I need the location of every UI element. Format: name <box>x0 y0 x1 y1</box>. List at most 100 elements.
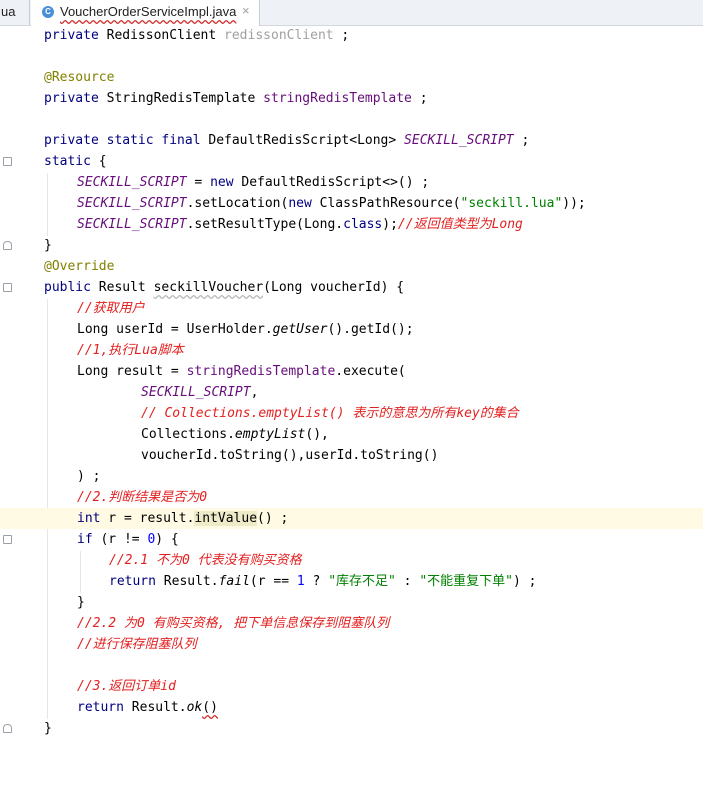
code-editor[interactable]: private RedissonClient redissonClient ; … <box>0 26 703 743</box>
tab-voucher-order-service-impl[interactable]: C VoucherOrderServiceImpl.java × <box>31 0 260 26</box>
code-line: return Result.ok() <box>0 697 703 718</box>
code-line: SECKILL_SCRIPT = new DefaultRedisScript<… <box>0 172 703 193</box>
highlighted-method: intValue <box>194 511 258 526</box>
code-text: ); <box>382 217 398 232</box>
comment: //3.返回订单id <box>77 679 176 694</box>
editor-tab-bar: ua C VoucherOrderServiceImpl.java × <box>0 0 703 26</box>
code-text: .execute( <box>335 364 406 379</box>
fold-marker-icon[interactable] <box>3 241 12 250</box>
code-text: .setResultType(Long. <box>186 217 344 232</box>
code-text: (r != <box>92 532 148 547</box>
code-line: Long result = stringRedisTemplate.execut… <box>0 361 703 382</box>
static-field: SECKILL_SCRIPT <box>141 385 251 400</box>
code-text: } <box>44 721 52 736</box>
annotation: @Override <box>44 259 115 274</box>
code-text: Collections. <box>141 427 235 442</box>
code-text: () ; <box>257 511 289 526</box>
keyword: public <box>44 280 91 295</box>
code-text: : <box>395 574 420 589</box>
code-text: ) ; <box>512 574 537 589</box>
code-line: return Result.fail(r == 1 ? "库存不足" : "不能… <box>0 571 703 592</box>
code-text: Result <box>90 280 154 295</box>
keyword: return <box>77 700 124 715</box>
keyword: private <box>44 28 99 43</box>
code-line: Collections.emptyList(), <box>0 424 703 445</box>
code-text: DefaultRedisScript<>() ; <box>233 175 430 190</box>
code-line: @Override <box>0 256 703 277</box>
code-text: () <box>202 700 218 715</box>
code-text: )); <box>562 196 586 211</box>
static-method: fail <box>218 574 250 589</box>
code-line: @Resource <box>0 67 703 88</box>
tab-previous-file[interactable]: ua <box>0 0 30 25</box>
static-field: SECKILL_SCRIPT <box>77 196 187 211</box>
keyword: return <box>109 574 156 589</box>
tab-label: ua <box>1 4 16 19</box>
code-text: ; <box>333 28 350 43</box>
current-code-line: int r = result.intValue() ; <box>0 508 703 529</box>
code-line: public Result seckillVoucher(Long vouche… <box>0 277 703 298</box>
code-text: RedissonClient <box>98 28 225 43</box>
code-line: //进行保存阻塞队列 <box>0 634 703 655</box>
code-text: (), <box>305 427 329 442</box>
code-text: Result. <box>123 700 187 715</box>
code-line: static { <box>0 151 703 172</box>
code-line: //2.判断结果是否为0 <box>0 487 703 508</box>
code-line: private static final DefaultRedisScript<… <box>0 130 703 151</box>
keyword: private static final <box>44 133 201 148</box>
method-name: seckillVoucher <box>153 280 264 295</box>
fold-marker-icon[interactable] <box>3 535 12 544</box>
field-name: redissonClient <box>224 28 334 43</box>
static-field: SECKILL_SCRIPT <box>77 175 187 190</box>
static-field: SECKILL_SCRIPT <box>404 133 514 148</box>
keyword: private <box>44 91 99 106</box>
code-line: //2.1 不为0 代表没有购买资格 <box>0 550 703 571</box>
keyword: if <box>77 532 93 547</box>
keyword: static <box>44 154 91 169</box>
code-text: } <box>44 238 52 253</box>
static-method: getUser <box>272 322 328 337</box>
comment: //获取用户 <box>77 301 145 316</box>
tab-label: VoucherOrderServiceImpl.java <box>60 4 237 19</box>
comment: //返回值类型为Long <box>397 217 523 232</box>
string-literal: "seckill.lua" <box>460 196 563 211</box>
field-name: stringRedisTemplate <box>263 91 412 106</box>
code-text: r = result. <box>100 511 195 526</box>
string-literal: "不能重复下单" <box>419 574 513 589</box>
comment: // Collections.emptyList() 表示的意思为所有key的集… <box>141 406 519 421</box>
code-line: //1,执行Lua脚本 <box>0 340 703 361</box>
code-text: Result. <box>155 574 219 589</box>
code-line: //获取用户 <box>0 298 703 319</box>
code-line: voucherId.toString(),userId.toString() <box>0 445 703 466</box>
code-line: Long userId = UserHolder.getUser().getId… <box>0 319 703 340</box>
code-line: private RedissonClient redissonClient ; <box>0 25 703 46</box>
code-line: } <box>0 718 703 739</box>
field-name: stringRedisTemplate <box>186 364 336 379</box>
comment: //2.1 不为0 代表没有购买资格 <box>109 553 302 568</box>
code-text: = <box>186 175 211 190</box>
code-line: SECKILL_SCRIPT.setLocation(new ClassPath… <box>0 193 703 214</box>
fold-marker-icon[interactable] <box>3 157 12 166</box>
code-line: if (r != 0) { <box>0 529 703 550</box>
comment: //1,执行Lua脚本 <box>77 343 184 358</box>
code-text: Long result = <box>77 364 187 379</box>
keyword: new <box>288 196 312 211</box>
code-text: ? <box>304 574 329 589</box>
fold-marker-icon[interactable] <box>3 724 12 733</box>
code-text: { <box>90 154 107 169</box>
code-line: //2.2 为0 有购买资格, 把下单信息保存到阻塞队列 <box>0 613 703 634</box>
fold-marker-icon[interactable] <box>3 283 12 292</box>
code-text: ; <box>513 133 530 148</box>
close-icon[interactable]: × <box>242 3 250 18</box>
code-text: .setLocation( <box>186 196 289 211</box>
comment: //2.2 为0 有购买资格, 把下单信息保存到阻塞队列 <box>77 616 390 631</box>
keyword: new <box>210 175 234 190</box>
code-line: } <box>0 592 703 613</box>
keyword: int <box>77 511 101 526</box>
code-text: (r == <box>249 574 297 589</box>
code-text: DefaultRedisScript<Long> <box>200 133 405 148</box>
code-line: // Collections.emptyList() 表示的意思为所有key的集… <box>0 403 703 424</box>
code-line: } <box>0 235 703 256</box>
code-text: ; <box>411 91 428 106</box>
annotation: @Resource <box>44 70 115 85</box>
